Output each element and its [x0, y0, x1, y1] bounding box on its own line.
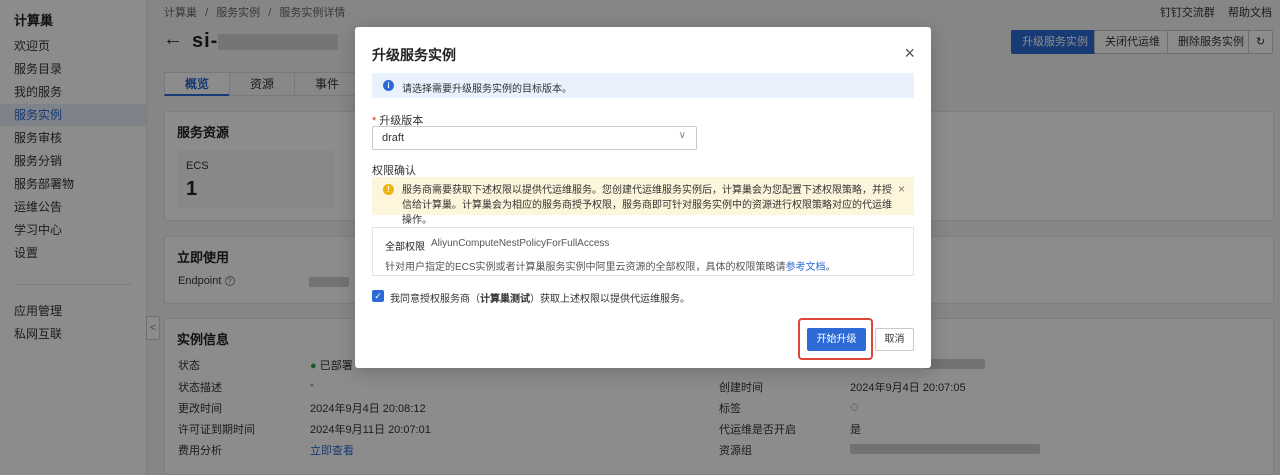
- reference-docs-link[interactable]: 参考文档: [786, 262, 826, 273]
- upgrade-dialog: 升级服务实例 × i 请选择需要升级服务实例的目标版本。 * 升级版本 draft…: [355, 27, 931, 368]
- version-value: draft: [382, 132, 405, 144]
- cancel-button[interactable]: 取消: [875, 328, 914, 351]
- dialog-title: 升级服务实例: [372, 47, 456, 63]
- warning-text: 服务商需要获取下述权限以提供代运维服务。您创建代运维服务实例后，计算巢会为您配置…: [402, 185, 892, 226]
- agree-checkbox[interactable]: ✓: [372, 290, 384, 302]
- warning-icon: !: [383, 184, 394, 195]
- info-alert: i 请选择需要升级服务实例的目标版本。: [372, 73, 914, 98]
- policy-name: 全部权限: [385, 242, 425, 253]
- permission-label: 权限确认: [372, 165, 416, 177]
- info-icon: i: [383, 80, 394, 91]
- warning-alert: ! 服务商需要获取下述权限以提供代运维服务。您创建代运维服务实例后，计算巢会为您…: [372, 177, 914, 226]
- close-icon[interactable]: ×: [904, 43, 915, 64]
- start-upgrade-button[interactable]: 开始升级: [807, 328, 866, 351]
- info-text: 请选择需要升级服务实例的目标版本。: [402, 84, 572, 95]
- chevron-down-icon: ∨: [678, 130, 686, 141]
- close-icon[interactable]: ×: [898, 182, 905, 196]
- agree-label: 我同意授权服务商（计算巢测试）获取上述权限以提供代运维服务。: [390, 294, 690, 305]
- policy-card: 全部权限 AliyunComputeNestPolicyForFullAcces…: [372, 227, 914, 276]
- policy-id: AliyunComputeNestPolicyForFullAccess: [431, 238, 610, 249]
- policy-description: 针对用户指定的ECS实例或者计算巢服务实例中阿里云资源的全部权限，具体的权限策略…: [385, 262, 836, 273]
- version-select[interactable]: draft ∨: [372, 126, 697, 150]
